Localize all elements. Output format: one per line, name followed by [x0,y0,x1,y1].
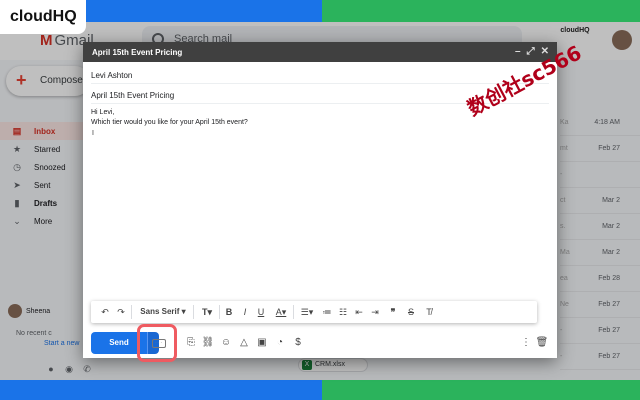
recipient: Levi Ashton [91,71,133,80]
message-body[interactable]: Hi Levi, Which tier would you like for y… [91,108,248,128]
indent-less-icon[interactable]: ⇤ [353,306,365,318]
link-icon[interactable]: ⛓ [201,336,215,350]
italic-icon[interactable]: I [239,306,251,318]
numbered-list-icon[interactable]: ≔ [321,306,333,318]
font-select[interactable]: Sans Serif ▾ [135,306,191,318]
subject-value: April 15th Event Pricing [91,91,175,100]
cloudhq-badge: cloudHQ [0,0,86,34]
indent-more-icon[interactable]: ⇥ [369,306,381,318]
photo-icon[interactable]: ▣ [255,336,269,350]
drive-icon[interactable]: △ [237,336,251,350]
highlight-box [137,324,177,362]
align-icon[interactable]: ☰▾ [297,306,317,318]
font-size-icon[interactable]: T▾ [197,306,217,318]
more-options-icon[interactable]: ⋮ [519,336,533,350]
underline-icon[interactable]: U [255,306,267,318]
bulleted-list-icon[interactable]: ☷ [337,306,349,318]
trash-icon[interactable]: 🗑 [535,336,549,350]
emoji-icon[interactable]: ☺ [219,336,233,350]
remove-formatting-icon[interactable]: T̸ [423,306,435,318]
formatting-toolbar: ↶ ↷ Sans Serif ▾ T▾ B I U A▾ ☰▾ ≔ ☷ ⇤ ⇥ … [91,301,537,323]
text-color-icon[interactable]: A▾ [271,306,291,318]
strikethrough-icon[interactable]: S [405,306,417,318]
undo-icon[interactable]: ↶ [99,306,111,318]
compose-title: April 15th Event Pricing [92,48,183,57]
redo-icon[interactable]: ↷ [115,306,127,318]
text-cursor: I [92,130,94,137]
attach-icon[interactable]: ⎘ [184,336,198,350]
dollar-icon[interactable]: $ [291,336,305,350]
confidential-icon[interactable]: ◔ [273,336,287,350]
bold-icon[interactable]: B [223,306,235,318]
quote-icon[interactable]: ❞ [387,306,399,318]
